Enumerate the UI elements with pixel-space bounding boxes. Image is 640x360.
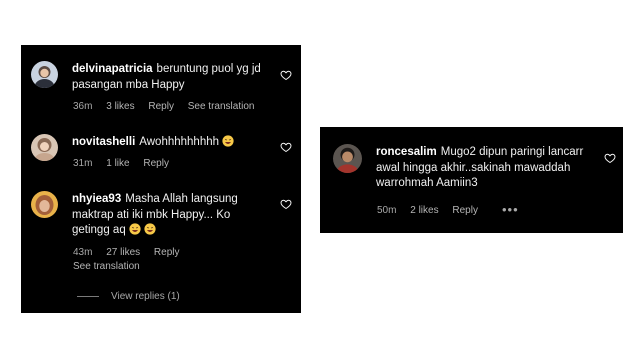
reply-button[interactable]: Reply [452, 205, 478, 216]
right-comment-panel: roncesalim Mugo2 dipun paringi lancarr aw… [320, 127, 623, 233]
reply-button[interactable]: Reply [148, 101, 174, 112]
comment-meta: 50m 2 likes Reply [377, 205, 489, 216]
comment-likes[interactable]: 3 likes [106, 101, 134, 112]
comment-username[interactable]: nhyiea93 [72, 193, 121, 205]
avatar[interactable] [31, 61, 58, 88]
comment-likes[interactable]: 27 likes [106, 247, 140, 258]
avatar-image [31, 134, 58, 161]
comment-text-block: delvinapatricia beruntung puol yg jd pasa… [72, 62, 268, 93]
reply-button[interactable]: Reply [154, 247, 180, 258]
comment-username[interactable]: delvinapatricia [72, 63, 153, 75]
avatar-image [31, 191, 58, 218]
laughing-emoji-icon [222, 135, 234, 147]
comment-time: 50m [377, 205, 397, 216]
heart-outline-icon[interactable] [280, 141, 292, 153]
comment-meta: 31m 1 like Reply [73, 158, 180, 169]
comment-time: 43m [73, 247, 93, 258]
avatar-image [333, 144, 362, 173]
avatar[interactable] [333, 144, 362, 173]
view-replies-button[interactable]: View replies (1) [77, 291, 180, 302]
comment-time: 36m [73, 101, 93, 112]
see-translation-link[interactable]: See translation [73, 261, 140, 272]
left-comments-panel: delvinapatricia beruntung puol yg jd pasa… [21, 45, 301, 313]
comment-username[interactable]: novitashelli [72, 136, 135, 148]
heart-outline-icon[interactable] [604, 152, 616, 164]
comment-meta: 43m 27 likes Reply [73, 247, 191, 258]
comment-text-block: roncesalim Mugo2 dipun paringi lancarr aw… [376, 145, 596, 192]
comment-text-block: novitashelli Awohhhhhhhhh [72, 135, 268, 151]
heart-outline-icon[interactable] [280, 198, 292, 210]
heart-outline-icon[interactable] [280, 69, 292, 81]
view-replies-label: View replies (1) [111, 291, 180, 302]
avatar-image [31, 61, 58, 88]
comment-username[interactable]: roncesalim [376, 146, 437, 158]
laughing-emoji-icon [129, 223, 141, 235]
see-translation-link[interactable]: See translation [188, 101, 255, 112]
comment-likes[interactable]: 1 like [106, 158, 129, 169]
avatar[interactable] [31, 134, 58, 161]
comment-time: 31m [73, 158, 93, 169]
more-options-button[interactable]: ••• [502, 202, 519, 217]
comment-meta: 36m 3 likes Reply See translation [73, 101, 265, 112]
comment-likes[interactable]: 2 likes [410, 205, 438, 216]
view-replies-divider [77, 295, 99, 297]
comment-text-block: nhyiea93 Masha Allah langsung maktrap ati… [72, 192, 268, 239]
laughing-emoji-icon [144, 223, 156, 235]
comment-body: Awohhhhhhhhh [139, 136, 220, 148]
reply-button[interactable]: Reply [143, 158, 169, 169]
avatar[interactable] [31, 191, 58, 218]
